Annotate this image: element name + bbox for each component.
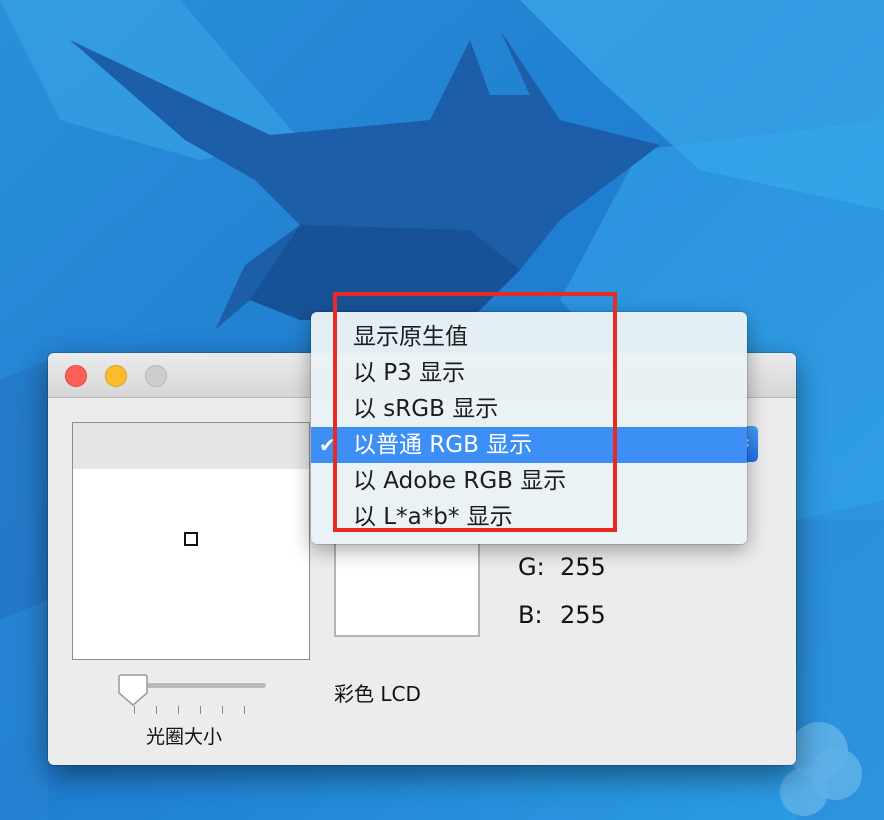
aperture-size-slider-thumb[interactable]	[117, 673, 149, 707]
minimize-window-button[interactable]	[105, 365, 127, 387]
green-value-row: G: 255	[518, 553, 606, 581]
blue-value-label: B:	[518, 601, 543, 629]
slider-tick	[156, 706, 157, 714]
aperture-indicator	[184, 532, 198, 546]
close-window-button[interactable]	[65, 365, 87, 387]
slider-tick	[244, 706, 245, 714]
slider-tick	[178, 706, 179, 714]
zoom-window-button[interactable]	[145, 365, 167, 387]
desktop-bubble	[780, 768, 828, 816]
aperture-size-label: 光圈大小	[146, 726, 223, 748]
annotation-highlight-box	[333, 292, 617, 532]
slider-tick	[222, 706, 223, 714]
blue-value: 255	[560, 601, 606, 629]
magnifier-view	[72, 422, 310, 660]
slider-tick	[200, 706, 201, 714]
green-value-label: G:	[518, 553, 545, 581]
display-profile-label: 彩色 LCD	[334, 682, 421, 706]
slider-tick	[134, 706, 135, 714]
magnified-pixels-band	[73, 423, 309, 469]
color-swatch	[334, 533, 480, 637]
green-value: 255	[560, 553, 606, 581]
aperture-size-slider-track[interactable]	[134, 683, 266, 688]
blue-value-row: B: 255	[518, 601, 606, 629]
